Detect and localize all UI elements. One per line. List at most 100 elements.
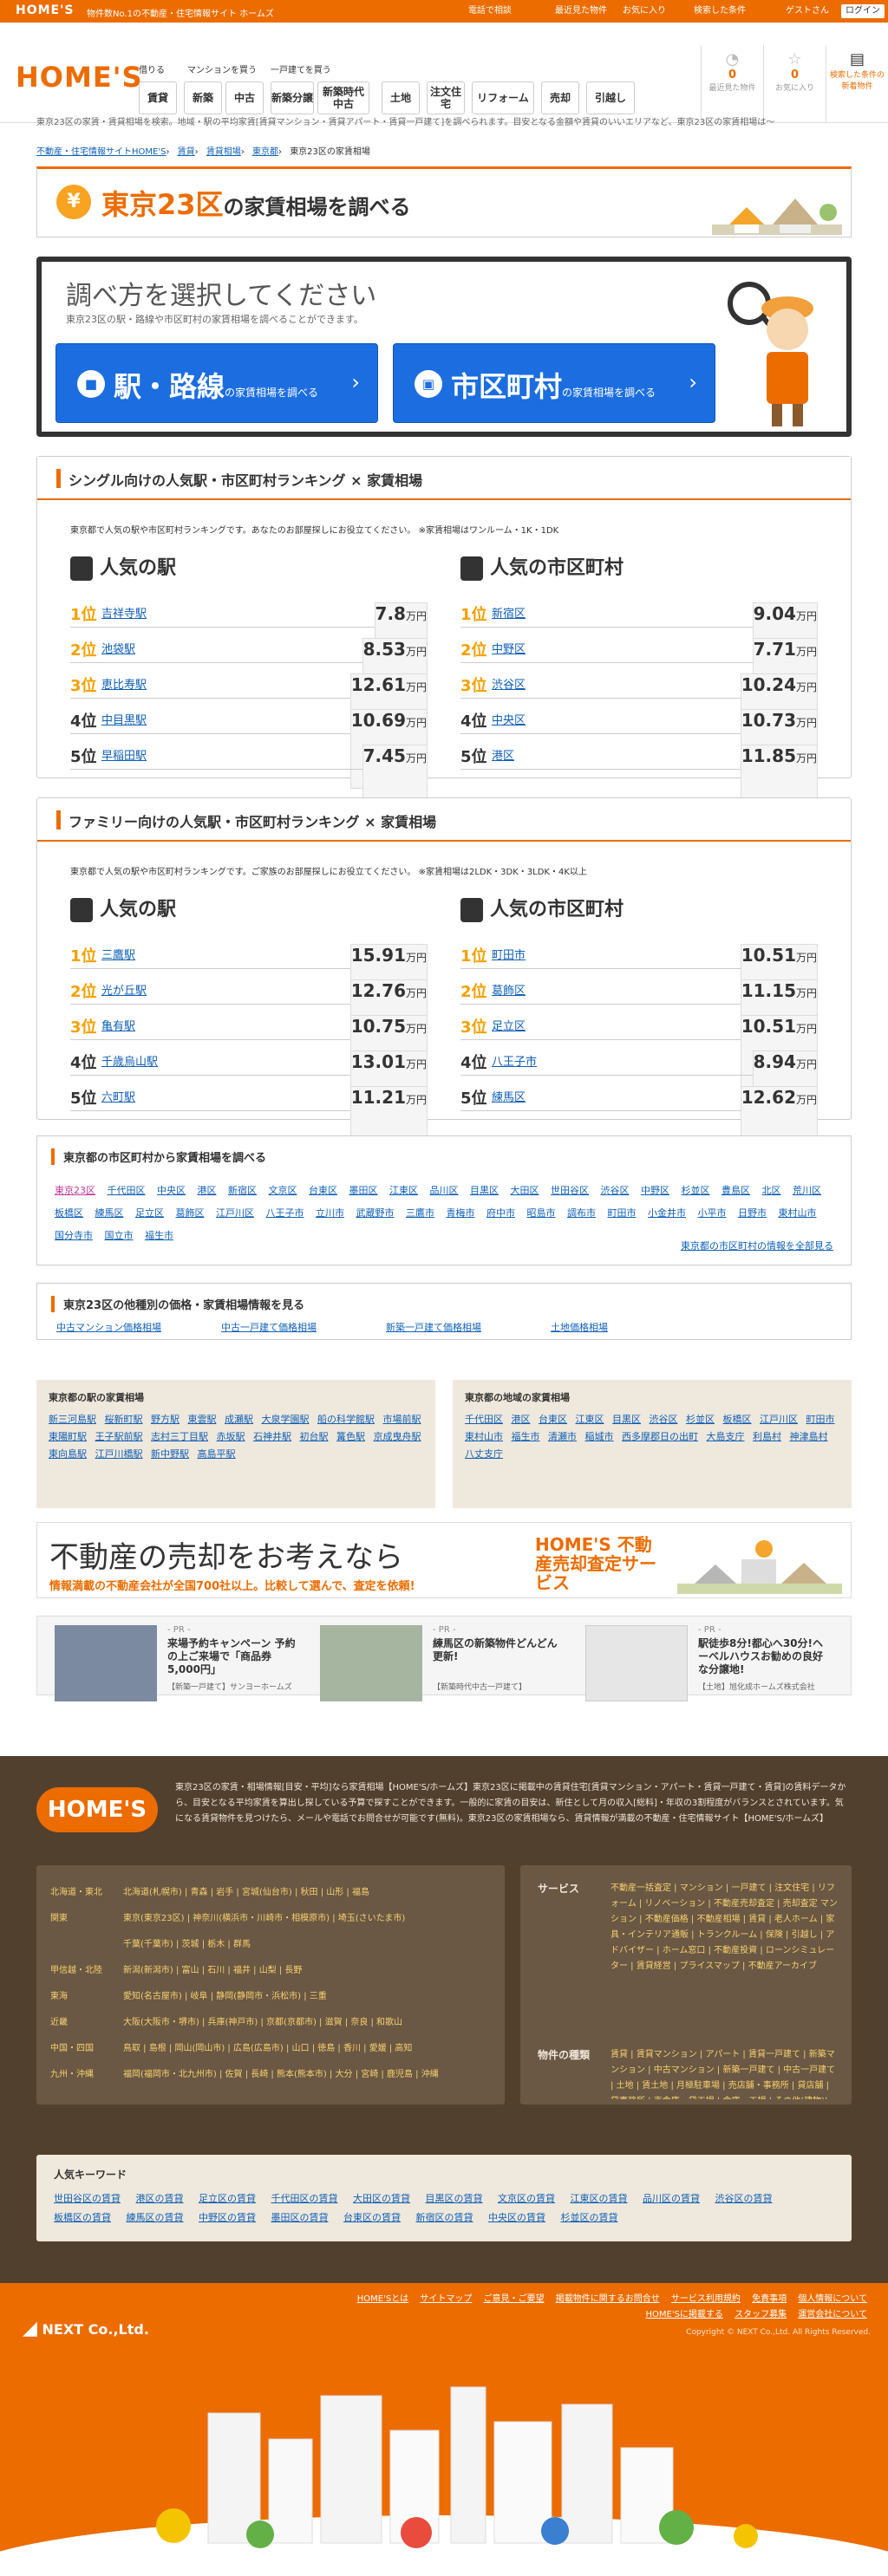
footer-link[interactable]: 運営会社について xyxy=(798,2310,867,2319)
area-link[interactable]: 大島支庁 xyxy=(707,1431,745,1442)
footer-link[interactable]: 個人情報について xyxy=(798,2294,867,2304)
city-link[interactable]: 世田谷区 xyxy=(551,1185,589,1196)
station-link[interactable]: 成瀬駅 xyxy=(225,1414,253,1425)
city-link[interactable]: 北区 xyxy=(762,1185,781,1196)
city-link[interactable]: 東京23区 xyxy=(55,1185,95,1196)
keyword-link[interactable]: 墨田区の賃貸 xyxy=(271,2212,329,2223)
city-link[interactable]: 町田市 xyxy=(608,1207,637,1219)
city-link[interactable]: 文京区 xyxy=(269,1185,297,1196)
keyword-link[interactable]: 台東区の賃貸 xyxy=(343,2212,401,2223)
city-link[interactable]: 豊島区 xyxy=(722,1185,750,1196)
all-cities-link[interactable]: 東京都の市区町村の情報を全部見る xyxy=(681,1239,833,1252)
area-link[interactable]: 利島村 xyxy=(753,1431,781,1442)
city-link[interactable]: 昭島市 xyxy=(527,1207,556,1219)
service-list[interactable]: 不動産一括査定 | マンション | 一戸建て | 注文住宅 | リフォーム | … xyxy=(610,1881,838,1974)
station-link[interactable]: 中目黒駅 xyxy=(101,711,147,727)
keyword-link[interactable]: 文京区の賃貸 xyxy=(498,2193,555,2204)
nav-moving[interactable]: 引越し xyxy=(586,81,635,114)
region-links-row[interactable]: 愛知(名古屋市) | 岐阜 | 静岡(静岡市・浜松市) | 三重 xyxy=(123,1988,327,2001)
city-link[interactable]: 杉並区 xyxy=(682,1185,710,1196)
region-links-row[interactable]: 新潟(新潟市) | 富山 | 石川 | 福井 | 山梨 | 長野 xyxy=(123,1962,302,1975)
station-link[interactable]: 高島平駅 xyxy=(198,1448,236,1460)
city-link[interactable]: 墨田区 xyxy=(349,1185,378,1196)
city-link[interactable]: 国立市 xyxy=(105,1230,134,1241)
area-link[interactable]: 神津島村 xyxy=(790,1431,828,1442)
city-link[interactable]: 練馬区 xyxy=(492,1088,526,1104)
city-link[interactable]: 青梅市 xyxy=(447,1207,475,1219)
city-link[interactable]: 板橋区 xyxy=(55,1207,83,1219)
city-link[interactable]: 渋谷区 xyxy=(601,1185,630,1196)
region-links-row[interactable]: 福岡(福岡市・北九州市) | 佐賀 | 長崎 | 熊本(熊本市) | 大分 | … xyxy=(123,2066,439,2079)
city-link[interactable]: 府中市 xyxy=(486,1207,515,1219)
station-link[interactable]: 池袋駅 xyxy=(101,640,135,656)
station-link[interactable]: 光が丘駅 xyxy=(101,981,147,998)
nav-land[interactable]: 土地 xyxy=(382,81,420,114)
station-link[interactable]: 初台駅 xyxy=(300,1431,329,1442)
phone-link[interactable]: 電話で相談 xyxy=(468,4,512,18)
keyword-link[interactable]: 世田谷区の賃貸 xyxy=(54,2193,121,2204)
keyword-link[interactable]: 杉並区の賃貸 xyxy=(561,2212,618,2223)
station-link[interactable]: 王子駅前駅 xyxy=(95,1431,143,1442)
area-link[interactable]: 江戸川区 xyxy=(760,1414,798,1425)
footer-link[interactable]: HOME'Sとは xyxy=(357,2294,408,2304)
city-link[interactable]: 国分寺市 xyxy=(55,1230,93,1241)
nav-custom[interactable]: 注文住宅 xyxy=(427,81,465,114)
keyword-link[interactable]: 港区の賃貸 xyxy=(136,2193,184,2204)
keyword-link[interactable]: 江東区の賃貸 xyxy=(571,2193,628,2204)
city-link[interactable]: 小金井市 xyxy=(648,1207,686,1219)
city-link[interactable]: 中央区 xyxy=(492,711,526,727)
area-link[interactable]: 目黒区 xyxy=(612,1414,641,1425)
station-link[interactable]: 野方駅 xyxy=(151,1414,180,1425)
area-link[interactable]: 西多摩郡日の出町 xyxy=(622,1431,698,1442)
area-link[interactable]: 清瀬市 xyxy=(548,1431,577,1442)
login-button[interactable]: ログイン xyxy=(841,4,885,18)
footer-link[interactable]: スタッフ募集 xyxy=(735,2310,787,2319)
keyword-link[interactable]: 中野区の賃貸 xyxy=(199,2212,256,2223)
other-link-new-house[interactable]: 新築一戸建て価格相場 xyxy=(386,1320,481,1334)
footer-link[interactable]: HOME'Sに掲載する xyxy=(645,2310,722,2319)
region-links-row[interactable]: 北海道(札幌市) | 青森 | 岩手 | 宮城(仙台市) | 秋田 | 山形 |… xyxy=(123,1884,369,1897)
nav-new[interactable]: 新築 xyxy=(184,81,222,114)
fav-icon-box[interactable]: ☆ 0 お気に入り xyxy=(763,45,826,123)
recent-link[interactable]: 最近見た物件 xyxy=(555,4,607,18)
station-link[interactable]: 赤坂駅 xyxy=(217,1431,245,1442)
station-link[interactable]: 船の科学館駅 xyxy=(317,1414,375,1425)
station-link[interactable]: 京成曳舟駅 xyxy=(374,1431,421,1442)
station-link[interactable]: 三鷹駅 xyxy=(101,946,135,962)
city-link[interactable]: 大田区 xyxy=(511,1185,539,1196)
crumb-rent[interactable]: 賃貸 xyxy=(178,147,195,157)
nav-used[interactable]: 中古 xyxy=(225,81,264,114)
region-links-row[interactable]: 千葉(千葉市) | 茨城 | 栃木 | 群馬 xyxy=(123,1936,251,1949)
city-link[interactable]: 江東区 xyxy=(389,1185,418,1196)
station-link[interactable]: 早稲田駅 xyxy=(101,746,147,763)
city-link[interactable]: 新宿区 xyxy=(228,1185,257,1196)
station-link[interactable]: 大泉学園駅 xyxy=(262,1414,310,1425)
station-link[interactable]: 千歳烏山駅 xyxy=(101,1052,158,1069)
area-link[interactable]: 福生市 xyxy=(512,1431,540,1442)
company-logo[interactable]: ◢ NEXT Co.,Ltd. xyxy=(23,2318,149,2339)
station-search-button[interactable]: ■ 駅・路線の家賃相場を調べる › xyxy=(56,343,378,423)
city-link[interactable]: 千代田区 xyxy=(108,1185,146,1196)
city-link[interactable]: 品川区 xyxy=(430,1185,459,1196)
area-link[interactable]: 千代田区 xyxy=(465,1414,503,1425)
fav-link[interactable]: お気に入り xyxy=(623,4,666,18)
area-link[interactable]: 杉並区 xyxy=(686,1414,715,1425)
station-link[interactable]: 東陽町駅 xyxy=(49,1431,87,1442)
station-link[interactable]: 亀有駅 xyxy=(101,1017,135,1033)
station-link[interactable]: 東向島駅 xyxy=(49,1448,87,1460)
city-link[interactable]: 渋谷区 xyxy=(492,675,526,692)
nav-new-used[interactable]: 新築時代中古 xyxy=(317,81,369,114)
city-link[interactable]: 台東区 xyxy=(309,1185,337,1196)
station-link[interactable]: 市場前駅 xyxy=(383,1414,421,1425)
city-link[interactable]: 足立区 xyxy=(135,1207,164,1219)
nav-rent[interactable]: 賃貸 xyxy=(139,81,177,114)
pr-item[interactable]: - PR - 来場予約キャンペーン 予約の上ご来場で「商品券5,000円」 【新築一… xyxy=(55,1625,306,1701)
keyword-link[interactable]: 渋谷区の賃貸 xyxy=(715,2193,773,2204)
footer-logo[interactable]: HOME'S xyxy=(36,1787,158,1832)
city-link[interactable]: 日野市 xyxy=(738,1207,767,1219)
city-link[interactable]: 武蔵野市 xyxy=(356,1207,395,1219)
city-link[interactable]: 調布市 xyxy=(567,1207,596,1219)
crumb-home[interactable]: 不動産・住宅情報サイトHOME'S xyxy=(36,147,166,157)
city-link[interactable]: 中野区 xyxy=(492,640,526,656)
city-link[interactable]: 八王子市 xyxy=(492,1052,537,1069)
